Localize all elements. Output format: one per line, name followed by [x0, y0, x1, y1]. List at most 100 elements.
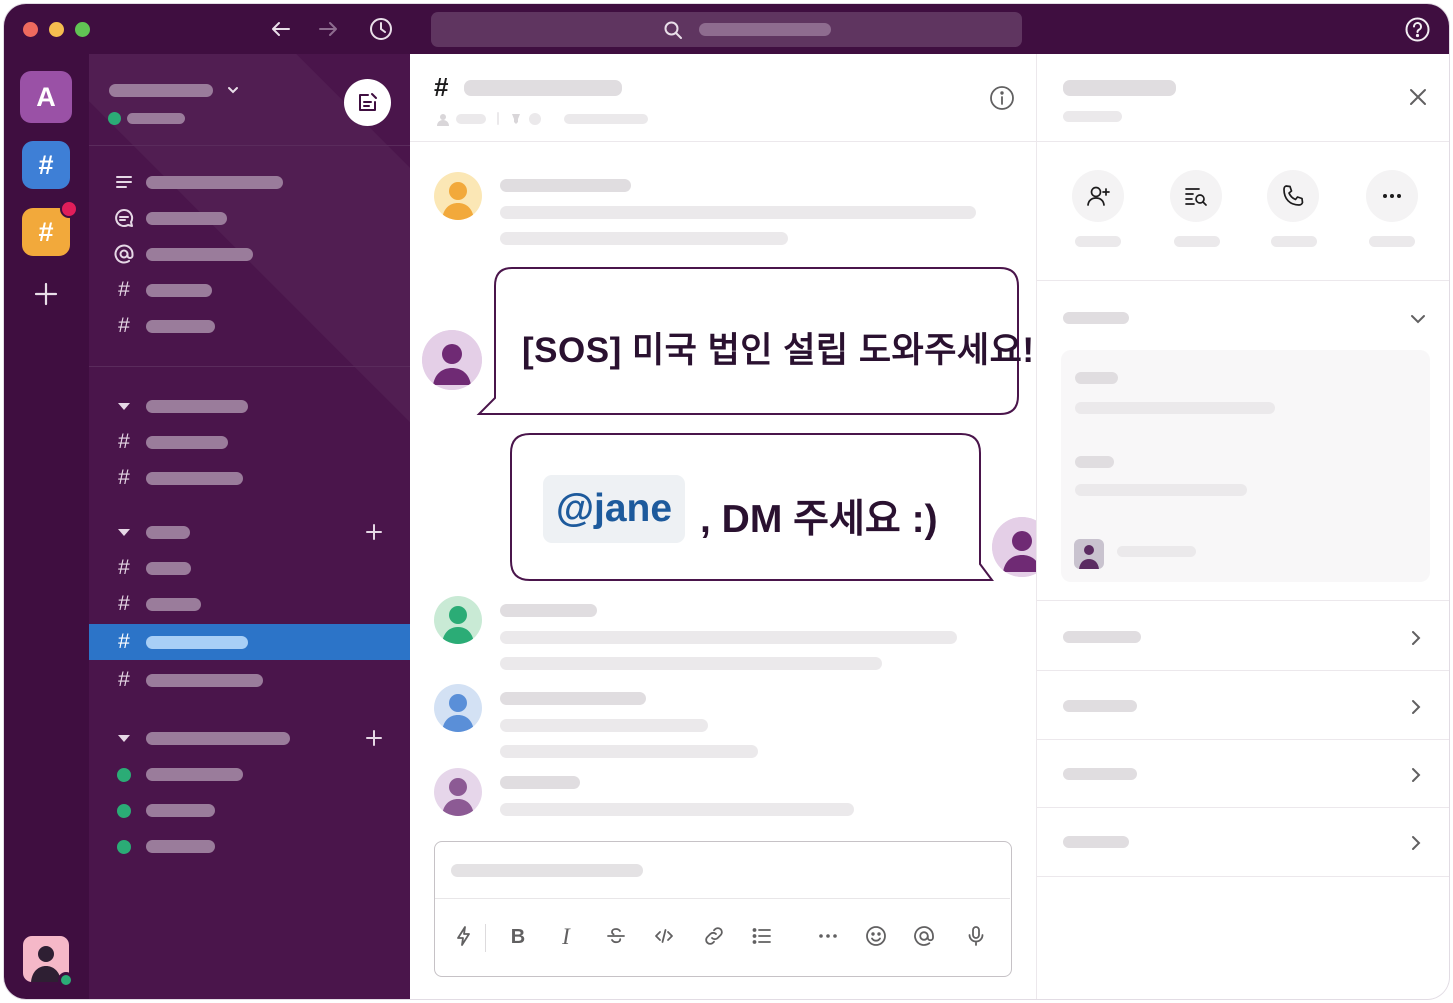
message-author[interactable]	[500, 692, 646, 705]
sidebar-item-channel[interactable]: #	[89, 308, 410, 344]
sidebar-item-channel[interactable]: #	[89, 662, 410, 698]
user-status-text	[127, 113, 185, 124]
forward-arrow-icon[interactable]	[315, 16, 341, 42]
channel-hash-icon: #	[118, 430, 130, 453]
channel-details-pane	[1036, 54, 1449, 999]
chevron-right-icon[interactable]	[1405, 627, 1427, 649]
details-title	[1063, 80, 1176, 96]
status-dot	[108, 112, 121, 125]
compose-button[interactable]	[344, 79, 391, 126]
message-author[interactable]	[500, 179, 631, 192]
channel-hash-icon: #	[118, 278, 130, 301]
channel-hash-icon: #	[118, 592, 130, 615]
code-icon[interactable]	[651, 924, 677, 950]
search-in-channel-button[interactable]	[1170, 170, 1222, 222]
sidebar-item-channel[interactable]: #	[89, 550, 410, 586]
italic-icon[interactable]: I	[553, 924, 579, 950]
add-channel-icon[interactable]	[363, 521, 385, 543]
composer-placeholder	[451, 864, 643, 877]
sos-poster-avatar[interactable]	[422, 330, 482, 390]
channel-name[interactable]	[464, 80, 622, 96]
message-text-line	[500, 745, 758, 758]
details-row-label	[1063, 768, 1137, 780]
sos-request-text: [SOS] 미국 법인 설립 도와주세요!	[522, 331, 1035, 370]
bulleted-list-icon[interactable]	[749, 924, 775, 950]
about-card	[1061, 350, 1430, 582]
info-icon[interactable]	[988, 84, 1016, 112]
presence-status-dot	[58, 972, 74, 988]
workspace-header[interactable]	[89, 54, 410, 146]
channel-hash-icon: #	[118, 630, 130, 653]
chevron-right-icon[interactable]	[1405, 696, 1427, 718]
about-section-header[interactable]	[1063, 312, 1129, 324]
section-header[interactable]	[89, 720, 410, 756]
search-bar[interactable]	[431, 12, 1022, 47]
pin-icon	[512, 114, 520, 124]
add-member-button[interactable]	[1072, 170, 1124, 222]
online-status-dot	[117, 804, 131, 818]
link-icon[interactable]	[701, 924, 727, 950]
workspace-a-button[interactable]: A	[20, 71, 72, 123]
window-maximize-button[interactable]	[75, 22, 90, 37]
channel-hash-icon: #	[118, 466, 130, 489]
message-text-line	[500, 803, 854, 816]
message-avatar[interactable]	[434, 684, 482, 732]
shortcuts-bolt-icon[interactable]	[451, 924, 477, 950]
sidebar-item-dm[interactable]	[89, 756, 410, 792]
message-author[interactable]	[500, 604, 597, 617]
caret-down-icon	[113, 521, 135, 543]
chevron-right-icon[interactable]	[1405, 832, 1427, 854]
title-bar	[4, 4, 1449, 54]
call-button[interactable]	[1267, 170, 1319, 222]
history-clock-icon[interactable]	[368, 16, 394, 42]
chevron-right-icon[interactable]	[1405, 764, 1427, 786]
mention-icon[interactable]	[911, 924, 937, 950]
channel-hash-icon: #	[118, 668, 130, 691]
mentions-icon	[113, 243, 135, 265]
back-arrow-icon[interactable]	[268, 16, 294, 42]
details-header	[1037, 54, 1449, 142]
section-header[interactable]	[89, 514, 410, 550]
channel-hash-icon: #	[118, 556, 130, 579]
message-author[interactable]	[500, 776, 580, 789]
message-avatar[interactable]	[434, 596, 482, 644]
more-actions-button[interactable]	[1366, 170, 1418, 222]
sidebar-item-channel[interactable]: #	[89, 424, 410, 460]
dm-reply-text: , DM 주세요 :)	[700, 498, 938, 541]
help-icon[interactable]	[1404, 16, 1431, 43]
section-header[interactable]	[89, 388, 410, 424]
chevron-down-icon[interactable]	[1407, 308, 1429, 330]
sidebar-item-dms[interactable]	[89, 200, 410, 236]
window-close-button[interactable]	[23, 22, 38, 37]
close-icon[interactable]	[1405, 84, 1431, 110]
sidebar-item-mentions[interactable]	[89, 236, 410, 272]
channel-header: #	[410, 54, 1036, 142]
message-composer[interactable]: B I	[434, 841, 1012, 977]
call-icon	[1283, 185, 1304, 206]
more-icon[interactable]	[815, 924, 841, 950]
message-avatar[interactable]	[434, 768, 482, 816]
user-mention[interactable]: @jane	[543, 475, 686, 543]
message-avatar[interactable]	[434, 172, 482, 220]
emoji-icon[interactable]	[863, 924, 889, 950]
caret-down-icon	[113, 727, 135, 749]
add-dm-icon[interactable]	[363, 727, 385, 749]
member-icon	[437, 114, 449, 126]
sidebar-item-channel[interactable]: #	[89, 460, 410, 496]
sidebar-item-channel-active[interactable]: #	[89, 624, 410, 660]
sidebar-item-channel[interactable]: #	[89, 586, 410, 622]
strikethrough-icon[interactable]	[603, 924, 629, 950]
caret-down-icon	[113, 395, 135, 417]
sidebar-item-dm[interactable]	[89, 792, 410, 828]
sidebar-item-threads[interactable]	[89, 164, 410, 200]
add-member-icon	[1087, 186, 1110, 206]
add-workspace-icon[interactable]	[32, 280, 60, 308]
creator-avatar[interactable]	[1074, 539, 1104, 569]
window-minimize-button[interactable]	[49, 22, 64, 37]
workspace-b-button[interactable]: #	[22, 141, 70, 189]
sidebar-item-channel[interactable]: #	[89, 272, 410, 308]
online-status-dot	[117, 840, 131, 854]
bold-icon[interactable]: B	[505, 924, 531, 950]
sidebar-item-dm[interactable]	[89, 828, 410, 864]
microphone-icon[interactable]	[963, 924, 989, 950]
